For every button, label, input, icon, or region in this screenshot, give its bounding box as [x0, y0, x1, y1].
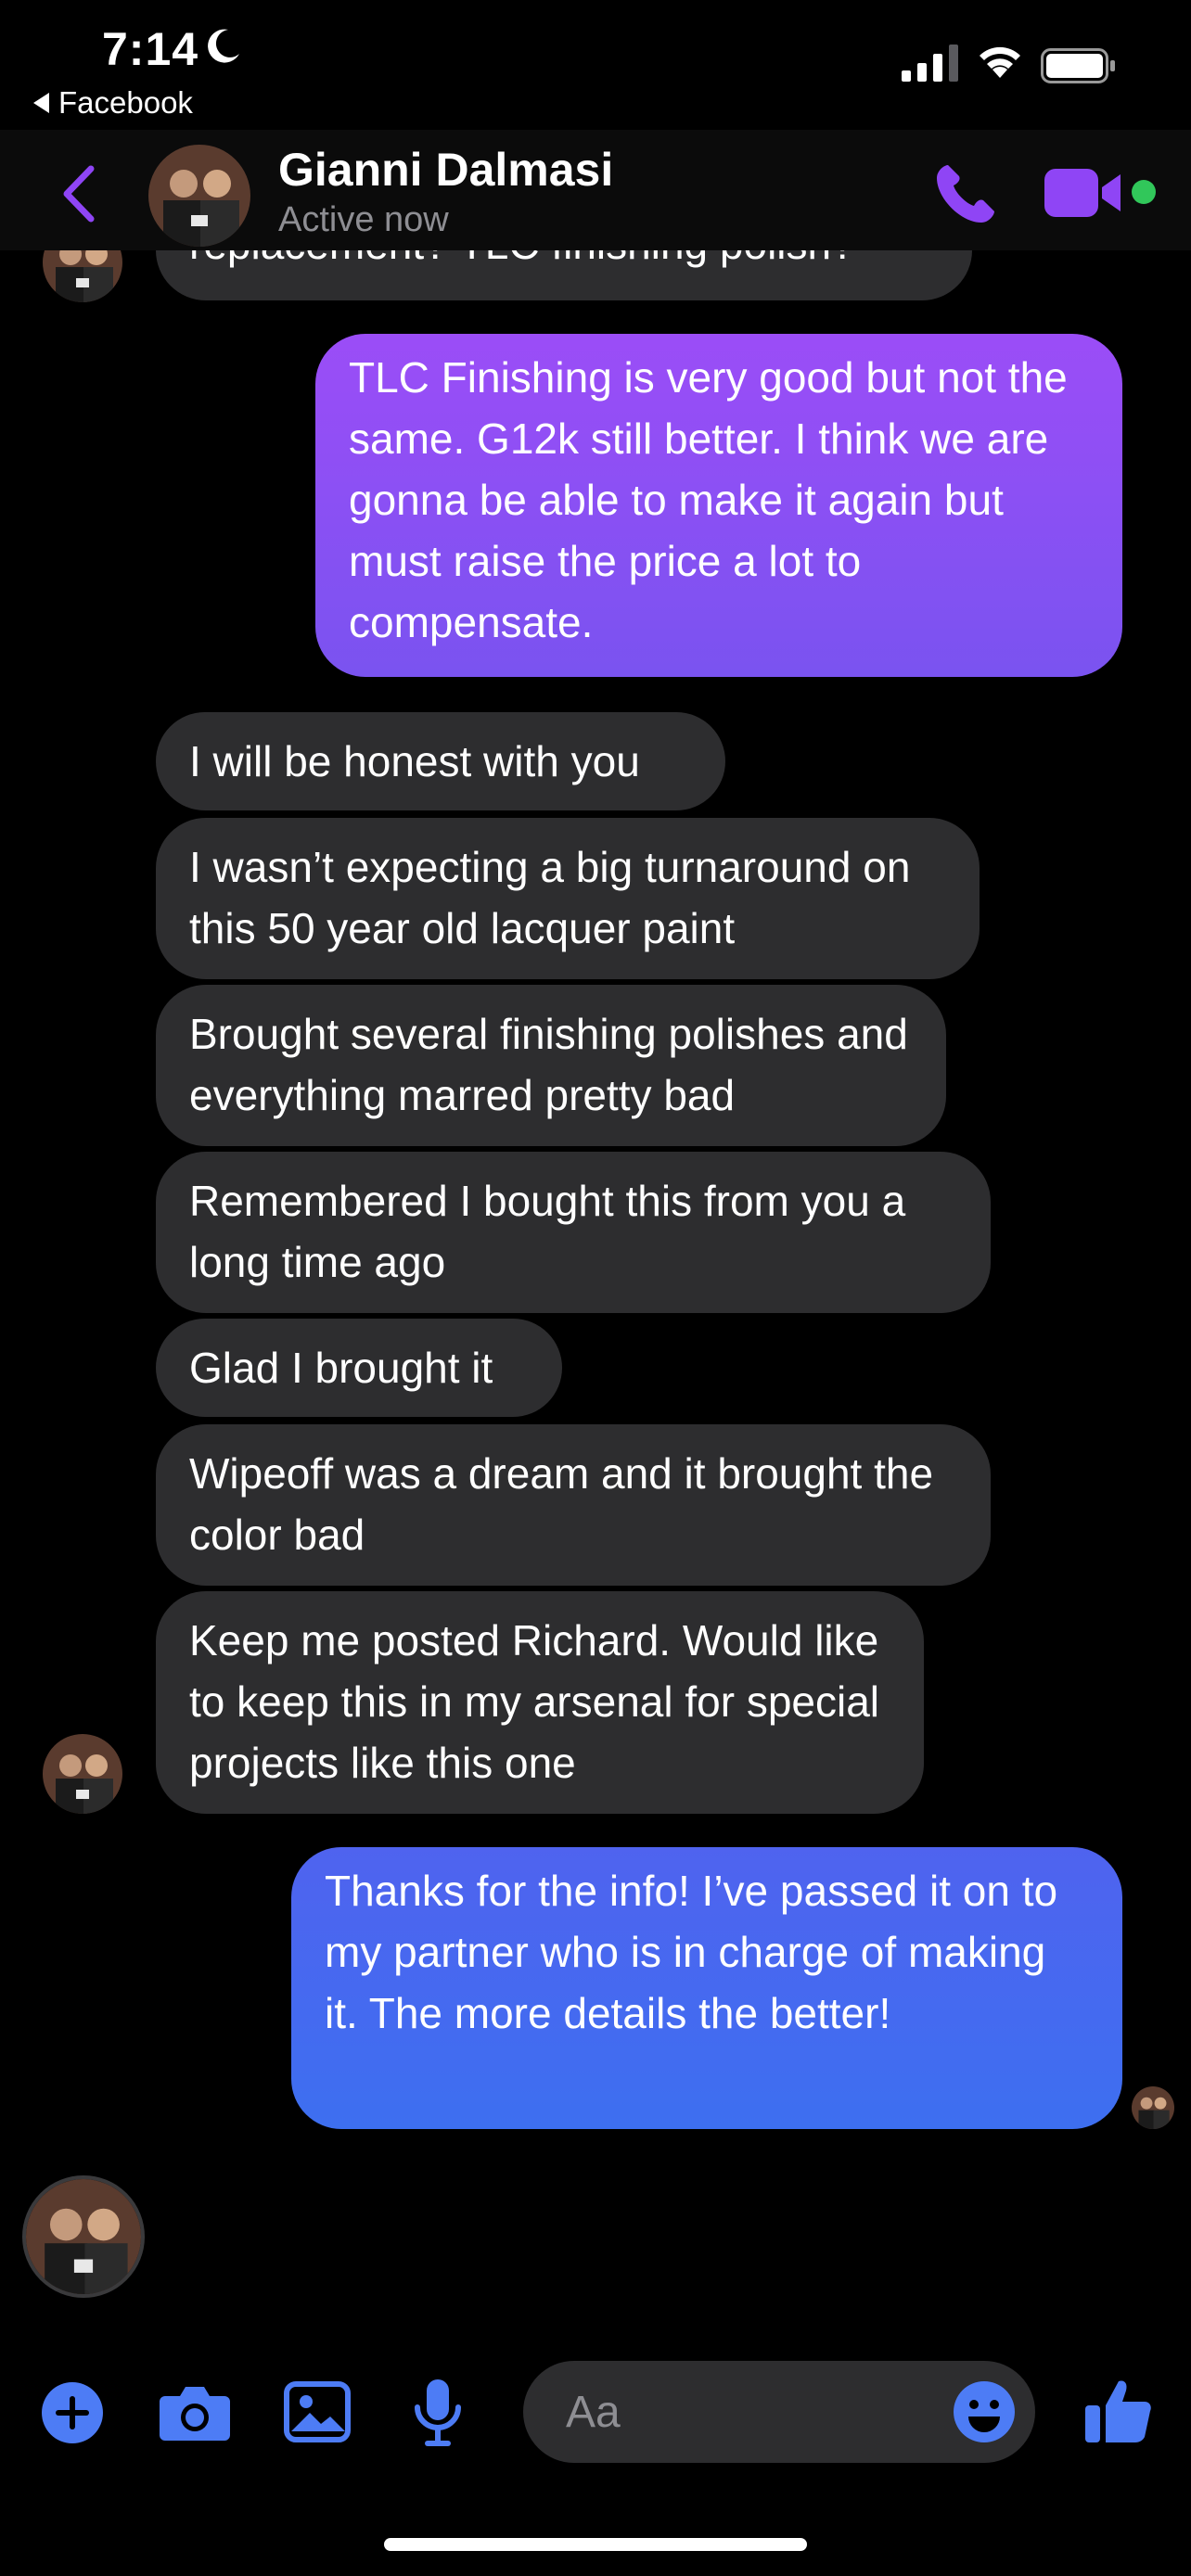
message-text: Brought several finishing polishes and e…	[189, 1010, 908, 1119]
back-to-app-link[interactable]: Facebook	[33, 85, 193, 121]
typing-indicator-avatar	[22, 2175, 145, 2298]
video-icon[interactable]	[1043, 163, 1126, 223]
contact-avatar[interactable]	[43, 1734, 122, 1814]
message-bubble-received[interactable]: Glad I brought it	[156, 1319, 562, 1417]
thumbs-up-icon[interactable]	[1083, 2376, 1154, 2446]
message-bubble-received[interactable]: I will be honest with you	[156, 712, 725, 810]
status-bar: 7:14 Facebook	[0, 0, 1191, 130]
status-time: 7:14	[102, 23, 199, 75]
active-status: Active now	[278, 200, 449, 239]
message-bubble-sent[interactable]: Thanks for the info! I’ve passed it on t…	[291, 1847, 1122, 2129]
emoji-icon[interactable]	[952, 2379, 1017, 2444]
plus-icon[interactable]	[39, 2379, 106, 2446]
microphone-icon[interactable]	[412, 2378, 464, 2448]
moon-icon	[208, 29, 239, 63]
back-icon[interactable]	[56, 163, 102, 224]
camera-icon[interactable]	[158, 2379, 232, 2444]
message-bubble-received[interactable]: Remembered I bought this from you a long…	[156, 1152, 991, 1313]
conversation-header: Gianni Dalmasi Active now	[0, 130, 1191, 250]
message-input[interactable]	[566, 2361, 955, 2463]
message-text: Wipeoff was a dream and it brought the c…	[189, 1449, 934, 1559]
message-text: Keep me posted Richard. Would like to ke…	[189, 1616, 880, 1787]
cellular-signal-icon	[902, 45, 958, 82]
message-bubble-sent[interactable]: TLC Finishing is very good but not the s…	[315, 334, 1122, 677]
message-text: I will be honest with you	[189, 737, 640, 785]
message-text: I wasn’t expecting a big turnaround on t…	[189, 843, 911, 952]
gallery-icon[interactable]	[284, 2381, 351, 2442]
contact-name[interactable]: Gianni Dalmasi	[278, 143, 613, 197]
home-indicator[interactable]	[384, 2538, 807, 2551]
message-text: TLC Finishing is very good but not the s…	[349, 353, 1068, 646]
message-bubble-received[interactable]: Keep me posted Richard. Would like to ke…	[156, 1591, 924, 1814]
phone-icon[interactable]	[928, 158, 1002, 232]
back-app-label: Facebook	[58, 85, 193, 120]
composer-bar	[0, 2346, 1191, 2476]
message-text: Thanks for the info! I’ve passed it on t…	[325, 1867, 1058, 2037]
read-receipt-avatar	[1132, 2086, 1174, 2129]
wifi-icon	[980, 46, 1020, 78]
back-triangle-icon	[33, 93, 49, 113]
message-bubble-received[interactable]: Brought several finishing polishes and e…	[156, 985, 946, 1146]
message-text: Remembered I bought this from you a long…	[189, 1177, 906, 1286]
contact-avatar[interactable]	[148, 145, 250, 247]
message-bubble-received[interactable]: Wipeoff was a dream and it brought the c…	[156, 1424, 991, 1586]
message-bubble-received[interactable]: I wasn’t expecting a big turnaround on t…	[156, 818, 980, 979]
message-input-container[interactable]	[523, 2361, 1035, 2463]
battery-icon	[1041, 48, 1115, 83]
active-indicator	[1132, 180, 1156, 204]
message-text: Glad I brought it	[189, 1344, 493, 1392]
